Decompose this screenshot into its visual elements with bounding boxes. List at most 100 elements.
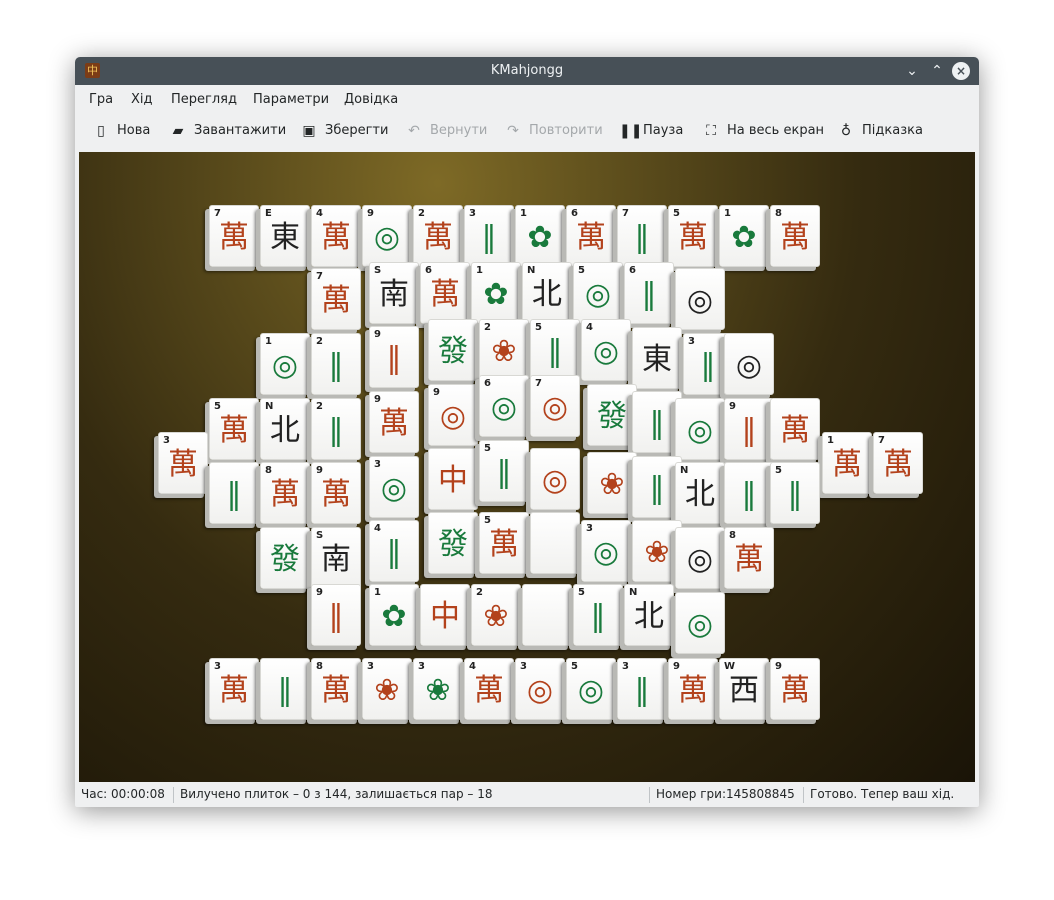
mahjong-tile[interactable]: 2 ‖ (311, 398, 361, 460)
mahjong-tile[interactable]: ◎ (530, 448, 580, 510)
mahjong-tile[interactable]: 1 ◎ (260, 333, 310, 395)
mahjong-tile[interactable]: ❀ (587, 452, 637, 514)
mahjong-tile[interactable]: 中 (428, 448, 478, 510)
menu-help[interactable]: Довідка (344, 92, 398, 107)
mahjong-tile[interactable]: S南 (311, 527, 361, 589)
mahjong-tile[interactable]: 3萬 (209, 658, 259, 720)
mahjong-tile[interactable]: 5 ‖ (530, 319, 580, 381)
mahjong-tile[interactable]: N北 (675, 462, 725, 524)
mahjong-tile[interactable]: 5萬 (479, 512, 529, 574)
maximize-chevron-up-icon[interactable]: ⌃ (927, 61, 947, 81)
load-game-button[interactable]: ▰ Завантажити (170, 122, 287, 142)
mahjong-tile[interactable]: 發 (260, 527, 310, 589)
mahjong-tile[interactable]: ◎ (675, 592, 725, 654)
redo-button[interactable]: ↷ Повторити (505, 122, 603, 142)
mahjong-tile[interactable]: E東 (260, 205, 310, 267)
mahjong-tile[interactable]: 1 ✿ (719, 205, 769, 267)
mahjong-tile[interactable]: ◎ (675, 268, 725, 330)
mahjong-tile[interactable]: 5 ‖ (479, 440, 529, 502)
mahjong-tile[interactable]: ◎ (724, 333, 774, 395)
mahjong-tile[interactable]: ‖ (724, 462, 774, 524)
mahjong-tile[interactable]: 4 ‖ (369, 520, 419, 582)
mahjong-tile[interactable] (530, 512, 580, 574)
new-game-button[interactable]: ▯ Нова (93, 122, 150, 142)
mahjong-tile[interactable]: 1萬 (822, 432, 872, 494)
mahjong-tile[interactable]: 1 ✿ (515, 205, 565, 267)
menu-settings[interactable]: Параметри (253, 92, 329, 107)
mahjong-tile[interactable]: 9 ◎ (428, 384, 478, 446)
mahjong-tile[interactable]: 7 ◎ (530, 375, 580, 437)
mahjong-tile[interactable]: ‖ (209, 462, 259, 524)
mahjong-tile[interactable]: N北 (260, 398, 310, 460)
mahjong-tile[interactable]: 2 ‖ (311, 333, 361, 395)
mahjong-tile[interactable]: 9 ◎ (362, 205, 412, 267)
mahjong-tile[interactable]: 9萬 (770, 658, 820, 720)
mahjong-tile[interactable] (522, 584, 572, 646)
mahjong-tile[interactable]: N北 (624, 584, 674, 646)
mahjong-tile[interactable]: S南 (369, 262, 419, 324)
mahjong-tile[interactable]: 3 ◎ (581, 520, 631, 582)
mahjong-tile[interactable]: 5 ◎ (566, 658, 616, 720)
mahjong-tile[interactable]: 3 ‖ (617, 658, 667, 720)
mahjong-tile[interactable]: 9 ‖ (369, 326, 419, 388)
mahjong-tile[interactable]: 東 (632, 327, 682, 389)
mahjong-tile[interactable]: 9萬 (311, 462, 361, 524)
menu-game[interactable]: Гра (89, 92, 113, 107)
mahjong-tile[interactable]: N北 (522, 262, 572, 324)
mahjong-tile[interactable]: ◎ (675, 398, 725, 460)
mahjong-tile[interactable]: 9萬 (668, 658, 718, 720)
mahjong-tile[interactable]: 3 ◎ (515, 658, 565, 720)
mahjong-tile[interactable]: ◎ (675, 527, 725, 589)
mahjong-tile[interactable]: 6萬 (420, 262, 470, 324)
pause-button[interactable]: ❚❚Пауза (619, 122, 683, 142)
undo-button[interactable]: ↶ Вернути (406, 122, 487, 142)
close-icon[interactable]: × (952, 62, 970, 80)
mahjong-tile[interactable]: 6 ‖ (624, 262, 674, 324)
fullscreen-button[interactable]: ⛶ На весь екран (703, 122, 824, 142)
mahjong-tile[interactable]: 中 (420, 584, 470, 646)
save-game-button[interactable]: ▣ Зберегти (301, 122, 388, 142)
mahjong-tile[interactable]: 7 ‖ (617, 205, 667, 267)
mahjong-tile[interactable]: 8萬 (260, 462, 310, 524)
mahjong-tile[interactable]: 5 ‖ (770, 462, 820, 524)
mahjong-tile[interactable]: 5 ◎ (573, 262, 623, 324)
mahjong-tile[interactable]: 7萬 (873, 432, 923, 494)
mahjong-tile[interactable]: 3 ◎ (369, 456, 419, 518)
mahjong-tile[interactable]: 3 ❀ (413, 658, 463, 720)
mahjong-tile[interactable]: 4萬 (311, 205, 361, 267)
mahjong-tile[interactable]: 6萬 (566, 205, 616, 267)
mahjong-tile[interactable]: ‖ (260, 658, 310, 720)
mahjong-tile[interactable]: 5萬 (668, 205, 718, 267)
mahjong-tile[interactable]: 發 (428, 319, 478, 381)
mahjong-tile[interactable]: 9萬 (369, 391, 419, 453)
minimize-chevron-down-icon[interactable]: ⌄ (902, 61, 922, 81)
mahjong-tile[interactable]: 8萬 (770, 205, 820, 267)
mahjong-tile[interactable]: 發 (428, 512, 478, 574)
mahjong-tile[interactable]: 5萬 (209, 398, 259, 460)
mahjong-tile[interactable]: 2 ❀ (479, 319, 529, 381)
mahjong-tile[interactable]: 4萬 (464, 658, 514, 720)
mahjong-tile[interactable]: 9 ‖ (724, 398, 774, 460)
hint-button[interactable]: ♁ Підказка (838, 122, 923, 142)
mahjong-tile[interactable]: 9 ‖ (311, 584, 361, 646)
mahjong-tile[interactable]: 6 ◎ (479, 375, 529, 437)
mahjong-tile[interactable]: 7萬 (209, 205, 259, 267)
mahjong-tile[interactable]: 1 ✿ (369, 584, 419, 646)
mahjong-tile[interactable]: 2萬 (413, 205, 463, 267)
mahjong-tile[interactable]: 1 ✿ (471, 262, 521, 324)
menu-move[interactable]: Хід (131, 92, 153, 107)
mahjong-tile[interactable]: 發 (587, 384, 637, 446)
title-bar[interactable]: 中 KMahjongg ⌄ ⌃ × (75, 57, 979, 85)
mahjong-tile[interactable]: 3 ❀ (362, 658, 412, 720)
mahjong-tile[interactable]: 5 ‖ (573, 584, 623, 646)
mahjong-tile[interactable]: W西 (719, 658, 769, 720)
mahjong-tile[interactable]: 8萬 (311, 658, 361, 720)
mahjong-tile[interactable]: 8萬 (724, 527, 774, 589)
mahjong-tile[interactable]: 7萬 (311, 268, 361, 330)
menu-view[interactable]: Перегляд (171, 92, 237, 107)
mahjong-tile[interactable]: 2 ❀ (471, 584, 521, 646)
mahjong-tile[interactable]: 4 ◎ (581, 319, 631, 381)
mahjong-tile[interactable]: 萬 (770, 398, 820, 460)
mahjong-tile[interactable]: 3萬 (158, 432, 208, 494)
mahjong-tile[interactable]: 3 ‖ (464, 205, 514, 267)
